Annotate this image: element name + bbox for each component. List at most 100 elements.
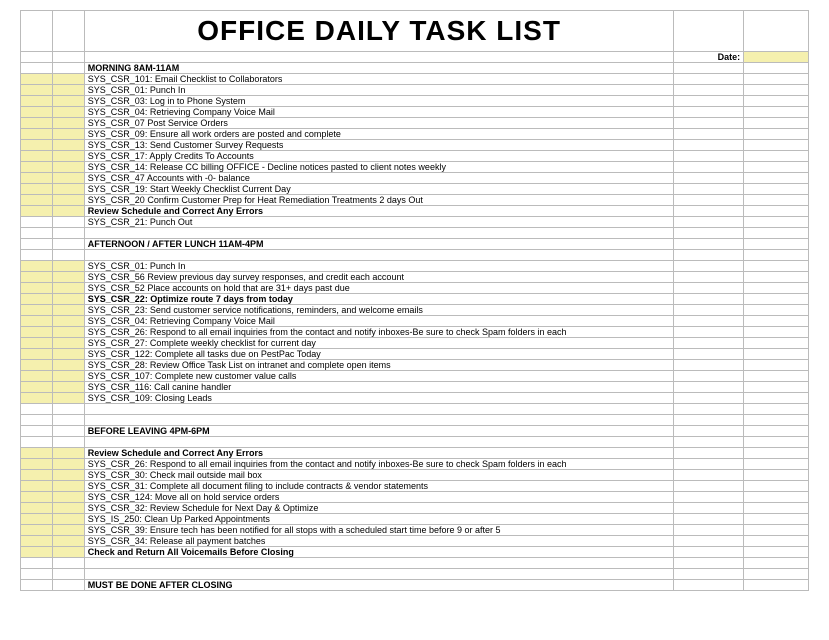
- checkbox-cell[interactable]: [52, 316, 84, 327]
- check-return-item: Check and Return All Voicemails Before C…: [84, 547, 674, 558]
- task-item: SYS_CSR_20 Confirm Customer Prep for Hea…: [84, 195, 674, 206]
- checkbox-cell[interactable]: [21, 371, 53, 382]
- checkbox-cell[interactable]: [21, 327, 53, 338]
- checkbox-cell[interactable]: [21, 459, 53, 470]
- checkbox-cell[interactable]: [52, 85, 84, 96]
- checkbox-cell[interactable]: [21, 85, 53, 96]
- task-item: SYS_CSR_109: Closing Leads: [84, 393, 674, 404]
- checkbox-cell[interactable]: [21, 129, 53, 140]
- task-item: SYS_CSR_52 Place accounts on hold that a…: [84, 283, 674, 294]
- after-closing-header: MUST BE DONE AFTER CLOSING: [84, 580, 674, 591]
- review-item: Review Schedule and Correct Any Errors: [84, 448, 674, 459]
- checkbox-cell[interactable]: [52, 305, 84, 316]
- checkbox-cell[interactable]: [52, 151, 84, 162]
- checkbox-cell[interactable]: [21, 481, 53, 492]
- checkbox-cell[interactable]: [21, 514, 53, 525]
- task-item: SYS_CSR_09: Ensure all work orders are p…: [84, 129, 674, 140]
- checkbox-cell[interactable]: [21, 206, 53, 217]
- checkbox-cell[interactable]: [21, 272, 53, 283]
- date-field[interactable]: [744, 52, 809, 63]
- checkbox-cell[interactable]: [21, 316, 53, 327]
- checkbox-cell[interactable]: [52, 272, 84, 283]
- checkbox-cell[interactable]: [52, 294, 84, 305]
- checkbox-cell[interactable]: [52, 74, 84, 85]
- task-item: SYS_CSR_101: Email Checklist to Collabor…: [84, 74, 674, 85]
- checkbox-cell[interactable]: [21, 140, 53, 151]
- checkbox-cell[interactable]: [21, 118, 53, 129]
- checkbox-cell[interactable]: [52, 393, 84, 404]
- task-item: SYS_CSR_39: Ensure tech has been notifie…: [84, 525, 674, 536]
- task-item: SYS_CSR_28: Review Office Task List on i…: [84, 360, 674, 371]
- checkbox-cell[interactable]: [21, 151, 53, 162]
- before-leaving-header: BEFORE LEAVING 4PM-6PM: [84, 426, 674, 437]
- task-item: SYS_CSR_07 Post Service Orders: [84, 118, 674, 129]
- checkbox-cell[interactable]: [52, 162, 84, 173]
- checkbox-cell[interactable]: [52, 173, 84, 184]
- task-item: SYS_CSR_21: Punch Out: [84, 217, 674, 228]
- checkbox-cell[interactable]: [52, 547, 84, 558]
- afternoon-header: AFTERNOON / AFTER LUNCH 11AM-4PM: [84, 239, 674, 250]
- task-item: SYS_CSR_116: Call canine handler: [84, 382, 674, 393]
- checkbox-cell[interactable]: [21, 338, 53, 349]
- checkbox-cell[interactable]: [21, 393, 53, 404]
- task-item: SYS_IS_250: Clean Up Parked Appointments: [84, 514, 674, 525]
- checkbox-cell[interactable]: [21, 360, 53, 371]
- checkbox-cell[interactable]: [21, 525, 53, 536]
- checkbox-cell[interactable]: [52, 107, 84, 118]
- checkbox-cell[interactable]: [21, 382, 53, 393]
- checkbox-cell[interactable]: [52, 195, 84, 206]
- checkbox-cell[interactable]: [21, 261, 53, 272]
- checkbox-cell[interactable]: [21, 503, 53, 514]
- checkbox-cell[interactable]: [21, 448, 53, 459]
- review-item: Review Schedule and Correct Any Errors: [84, 206, 674, 217]
- checkbox-cell[interactable]: [52, 140, 84, 151]
- task-item: SYS_CSR_23: Send customer service notifi…: [84, 305, 674, 316]
- checkbox-cell[interactable]: [52, 118, 84, 129]
- checkbox-cell[interactable]: [21, 107, 53, 118]
- checkbox-cell[interactable]: [52, 459, 84, 470]
- task-item: SYS_CSR_26: Respond to all email inquiri…: [84, 327, 674, 338]
- task-item: SYS_CSR_34: Release all payment batches: [84, 536, 674, 547]
- checkbox-cell[interactable]: [21, 283, 53, 294]
- checkbox-cell[interactable]: [52, 184, 84, 195]
- checkbox-cell[interactable]: [21, 547, 53, 558]
- checkbox-cell[interactable]: [21, 492, 53, 503]
- checkbox-cell[interactable]: [52, 503, 84, 514]
- task-item: SYS_CSR_19: Start Weekly Checklist Curre…: [84, 184, 674, 195]
- task-item: SYS_CSR_13: Send Customer Survey Request…: [84, 140, 674, 151]
- checkbox-cell[interactable]: [52, 448, 84, 459]
- checkbox-cell[interactable]: [21, 294, 53, 305]
- checkbox-cell[interactable]: [21, 349, 53, 360]
- checkbox-cell[interactable]: [21, 162, 53, 173]
- task-item: SYS_CSR_107: Complete new customer value…: [84, 371, 674, 382]
- checkbox-cell[interactable]: [52, 261, 84, 272]
- checkbox-cell[interactable]: [52, 129, 84, 140]
- checkbox-cell[interactable]: [52, 470, 84, 481]
- checkbox-cell[interactable]: [52, 283, 84, 294]
- checkbox-cell[interactable]: [52, 514, 84, 525]
- checkbox-cell[interactable]: [52, 525, 84, 536]
- checkbox-cell[interactable]: [52, 338, 84, 349]
- checkbox-cell[interactable]: [21, 74, 53, 85]
- checkbox-cell[interactable]: [21, 96, 53, 107]
- checkbox-cell[interactable]: [52, 327, 84, 338]
- checkbox-cell[interactable]: [21, 305, 53, 316]
- checkbox-cell[interactable]: [52, 382, 84, 393]
- checkbox-cell[interactable]: [52, 360, 84, 371]
- checkbox-cell[interactable]: [52, 206, 84, 217]
- checkbox-cell[interactable]: [52, 536, 84, 547]
- task-item: SYS_CSR_27: Complete weekly checklist fo…: [84, 338, 674, 349]
- task-item: SYS_CSR_01: Punch In: [84, 261, 674, 272]
- checkbox-cell[interactable]: [21, 173, 53, 184]
- checkbox-cell[interactable]: [21, 470, 53, 481]
- checkbox-cell[interactable]: [21, 536, 53, 547]
- task-item: SYS_CSR_04: Retrieving Company Voice Mai…: [84, 316, 674, 327]
- checkbox-cell[interactable]: [21, 184, 53, 195]
- checkbox-cell[interactable]: [52, 481, 84, 492]
- checkbox-cell[interactable]: [52, 492, 84, 503]
- checkbox-cell[interactable]: [52, 96, 84, 107]
- checkbox-cell[interactable]: [52, 349, 84, 360]
- checkbox-cell[interactable]: [52, 371, 84, 382]
- checkbox-cell[interactable]: [21, 195, 53, 206]
- task-item: SYS_CSR_04: Retrieving Company Voice Mai…: [84, 107, 674, 118]
